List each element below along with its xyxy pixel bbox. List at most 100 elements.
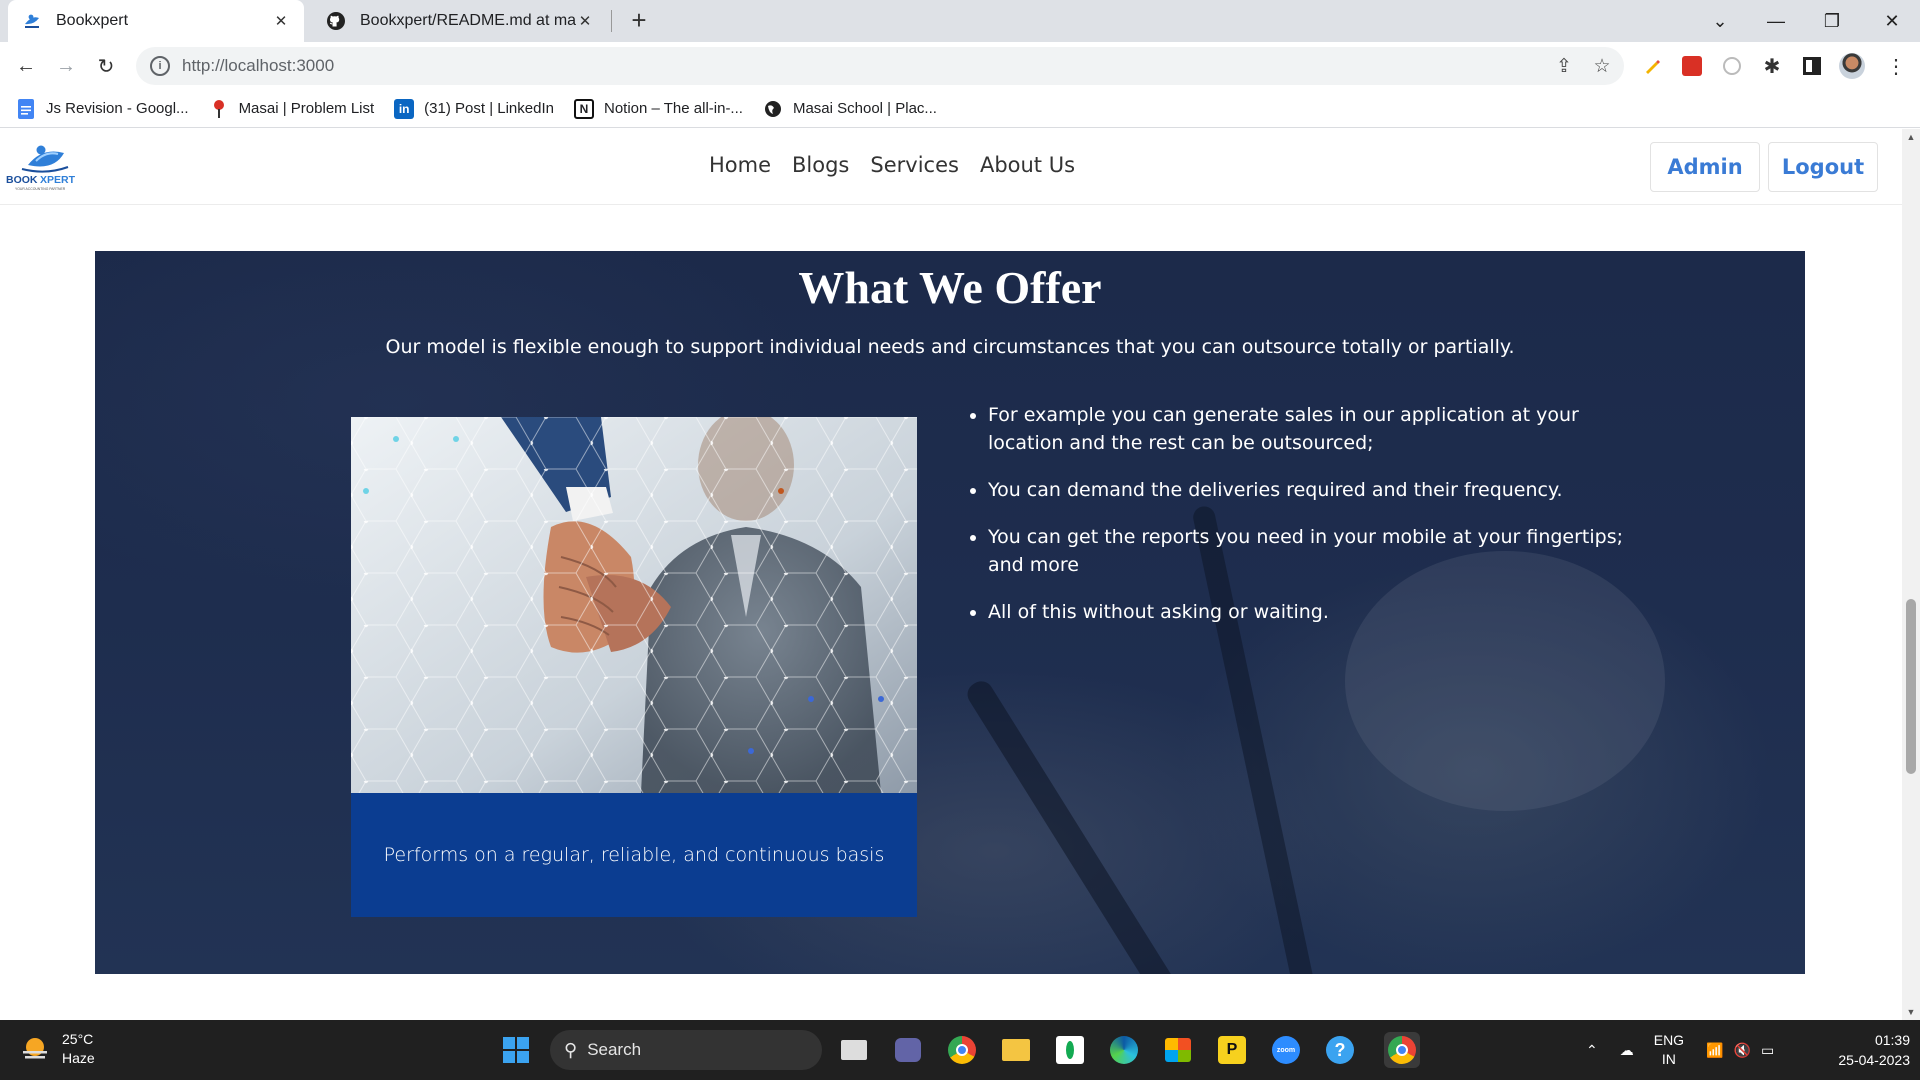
scroll-down-arrow-icon[interactable]: ▼ <box>1902 1004 1920 1020</box>
image-caption-box: Performs on a regular, reliable, and con… <box>351 793 917 917</box>
bookmark-masai-problem-list[interactable]: Masai | Problem List <box>209 99 374 119</box>
logout-button[interactable]: Logout <box>1768 142 1878 192</box>
offer-bullet: You can demand the deliveries required a… <box>988 476 1628 504</box>
docs-icon <box>16 98 36 119</box>
what-we-offer-section: What We Offer Our model is flexible enou… <box>95 251 1805 974</box>
scrollbar-thumb[interactable] <box>1906 599 1916 774</box>
mongodb-icon[interactable] <box>1052 1032 1088 1068</box>
bookxpert-favicon-icon <box>25 14 39 28</box>
help-icon[interactable]: ? <box>1322 1032 1358 1068</box>
bookmark-linkedin[interactable]: in (31) Post | LinkedIn <box>394 98 554 119</box>
tab-title: Bookxpert <box>56 12 129 29</box>
offer-bullet: For example you can generate sales in ou… <box>988 401 1628 457</box>
language-indicator[interactable]: ENG IN <box>1654 1031 1684 1069</box>
chrome-active-icon[interactable] <box>1384 1032 1420 1068</box>
weather-temperature: 25°C <box>62 1031 94 1047</box>
notion-icon: N <box>573 98 594 119</box>
url-text[interactable]: http://localhost:3000 <box>182 56 1548 76</box>
nav-about-us[interactable]: About Us <box>980 153 1075 177</box>
edge-icon[interactable] <box>1106 1032 1142 1068</box>
pen-extension-icon[interactable] <box>1636 50 1668 82</box>
site-info-icon[interactable]: i <box>150 56 170 76</box>
microsoft-store-icon[interactable] <box>1160 1032 1196 1068</box>
page-viewport: BOOK XPERT YOUR ACCOUNTING PARTNER Home … <box>0 129 1902 1020</box>
back-arrow-icon[interactable]: ← <box>10 50 42 82</box>
weather-condition: Haze <box>62 1050 95 1066</box>
section-subtitle: Our model is flexible enough to support … <box>385 336 1515 358</box>
browser-toolbar: ← → ↻ i http://localhost:3000 ⇪ ☆ ✱ ⋮ <box>0 42 1920 90</box>
scroll-up-arrow-icon[interactable]: ▲ <box>1902 129 1920 145</box>
close-tab-icon[interactable]: ✕ <box>576 12 594 30</box>
tab-github-readme[interactable]: Bookxpert/README.md at main · ✕ <box>312 0 612 42</box>
bookxpert-logo[interactable]: BOOK XPERT YOUR ACCOUNTING PARTNER <box>6 141 86 193</box>
section-title: What We Offer <box>798 262 1102 313</box>
share-icon[interactable]: ⇪ <box>1548 50 1580 82</box>
minimize-window-icon[interactable]: — <box>1748 0 1804 42</box>
postman-notes-icon[interactable]: P <box>1214 1032 1250 1068</box>
main-nav: Home Blogs Services About Us <box>709 153 1096 177</box>
task-view-icon[interactable] <box>836 1032 872 1068</box>
github-icon <box>327 12 345 30</box>
handshake-image <box>351 417 917 793</box>
windows-start-icon[interactable] <box>498 1032 534 1068</box>
speaker-muted-icon[interactable]: 🔇 <box>1734 1042 1751 1059</box>
tab-search-chevron-icon[interactable]: ⌄ <box>1692 0 1748 42</box>
bookmarks-bar: Js Revision - Googl... Masai | Problem L… <box>0 90 1920 128</box>
nav-blogs[interactable]: Blogs <box>792 153 849 177</box>
forward-arrow-icon[interactable]: → <box>50 50 82 82</box>
file-explorer-icon[interactable] <box>998 1032 1034 1068</box>
tab-bookxpert[interactable]: Bookxpert ✕ <box>8 0 304 42</box>
svg-text:XPERT: XPERT <box>40 174 76 186</box>
extensions-puzzle-icon[interactable]: ✱ <box>1756 50 1788 82</box>
onedrive-cloud-icon[interactable]: ☁ <box>1620 1042 1634 1059</box>
taskbar-clock[interactable]: 01:39 25-04-2023 <box>1810 1030 1910 1070</box>
svg-text:BOOK: BOOK <box>6 174 38 186</box>
chrome-icon[interactable] <box>944 1032 980 1068</box>
wifi-icon[interactable]: 📶 <box>1706 1042 1723 1059</box>
red-extension-icon[interactable] <box>1676 50 1708 82</box>
clock-extension-icon[interactable] <box>1716 50 1748 82</box>
browser-menu-icon[interactable]: ⋮ <box>1880 50 1912 82</box>
close-tab-icon[interactable]: ✕ <box>272 12 290 30</box>
clock-date: 25-04-2023 <box>1838 1052 1910 1068</box>
reload-icon[interactable]: ↻ <box>90 50 122 82</box>
offer-bullet: You can get the reports you need in your… <box>988 523 1628 579</box>
bookmark-notion[interactable]: N Notion – The all-in-... <box>573 98 743 119</box>
site-navbar: BOOK XPERT YOUR ACCOUNTING PARTNER Home … <box>0 129 1902 205</box>
address-bar[interactable]: i http://localhost:3000 ⇪ ☆ <box>136 47 1624 85</box>
bookmark-js-revision[interactable]: Js Revision - Googl... <box>16 98 189 119</box>
masai-icon <box>209 99 229 119</box>
clock-time: 01:39 <box>1874 1032 1910 1048</box>
side-panel-icon[interactable] <box>1796 50 1828 82</box>
search-icon: ⚲ <box>564 1039 578 1060</box>
page-scrollbar[interactable]: ▲ ▼ <box>1902 129 1920 1020</box>
bookmark-masai-school[interactable]: Masai School | Plac... <box>763 99 937 119</box>
close-window-icon[interactable]: ✕ <box>1864 0 1920 42</box>
profile-avatar[interactable] <box>1836 50 1868 82</box>
windows-taskbar: 25°C Haze ⚲ Search P zoom ? ⌃ ☁ ENG IN 📶… <box>0 1020 1920 1080</box>
offer-bullet: All of this without asking or waiting. <box>988 598 1628 626</box>
teams-chat-icon[interactable] <box>890 1032 926 1068</box>
show-hidden-icons-chevron-icon[interactable]: ⌃ <box>1586 1042 1598 1059</box>
browser-tab-strip: Bookxpert ✕ Bookxpert/README.md at main … <box>0 0 1920 42</box>
new-tab-button[interactable]: + <box>624 6 654 36</box>
haze-sun-icon <box>23 1038 47 1059</box>
search-label: Search <box>587 1040 642 1059</box>
restore-window-icon[interactable]: ❐ <box>1804 0 1860 42</box>
globe-icon <box>763 99 783 119</box>
offer-bullet-list: For example you can generate sales in ou… <box>968 401 1628 645</box>
system-tray: ⌃ ☁ ENG IN 📶 🔇 ▭ <box>1576 1020 1774 1080</box>
zoom-icon[interactable]: zoom <box>1268 1032 1304 1068</box>
image-caption: Performs on a regular, reliable, and con… <box>383 844 885 866</box>
nav-home[interactable]: Home <box>709 153 771 177</box>
svg-text:YOUR ACCOUNTING PARTNER: YOUR ACCOUNTING PARTNER <box>15 187 66 191</box>
linkedin-icon: in <box>394 98 415 119</box>
tab-title: Bookxpert/README.md at main · <box>360 12 576 29</box>
nav-services[interactable]: Services <box>870 153 959 177</box>
taskbar-search[interactable]: ⚲ Search <box>550 1030 822 1070</box>
admin-button[interactable]: Admin <box>1650 142 1760 192</box>
bookmark-star-icon[interactable]: ☆ <box>1586 50 1618 82</box>
weather-widget[interactable]: 25°C Haze <box>20 1030 95 1068</box>
battery-icon[interactable]: ▭ <box>1761 1042 1774 1059</box>
background-pen-shape <box>963 676 1213 974</box>
